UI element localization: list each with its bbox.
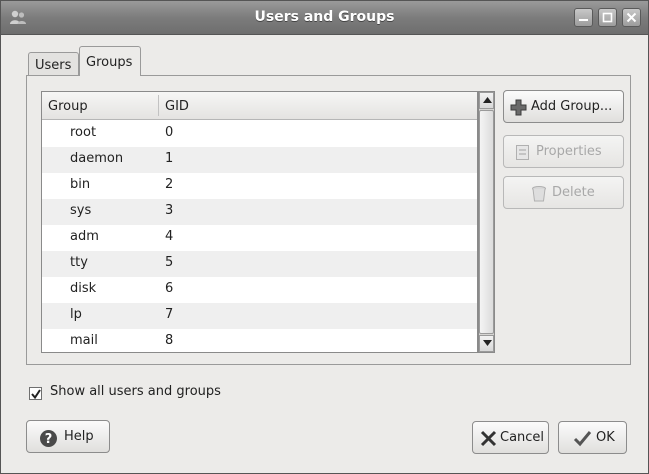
group-name: root xyxy=(70,125,97,140)
table-row[interactable]: tty 5 xyxy=(42,251,477,277)
delete-button[interactable]: Delete xyxy=(503,176,624,209)
tab-users[interactable]: Users xyxy=(28,52,79,77)
group-gid: 6 xyxy=(165,281,174,296)
properties-icon xyxy=(516,145,529,160)
group-gid: 8 xyxy=(165,333,174,348)
group-gid: 0 xyxy=(165,125,174,140)
cancel-label: Cancel xyxy=(500,430,545,445)
title-bar[interactable]: Users and Groups xyxy=(1,1,648,35)
column-header-group[interactable]: Group xyxy=(48,99,88,114)
table-row[interactable]: lp 7 xyxy=(42,303,477,329)
ok-label: OK xyxy=(596,430,615,445)
trash-icon xyxy=(532,186,546,202)
arrow-up-icon xyxy=(483,97,492,103)
scroll-up-button[interactable] xyxy=(479,92,494,109)
properties-label: Properties xyxy=(536,144,602,159)
table-row[interactable]: disk 6 xyxy=(42,277,477,303)
table-scrollbar[interactable] xyxy=(478,91,495,353)
maximize-icon[interactable] xyxy=(598,8,617,27)
group-name: lp xyxy=(70,307,82,322)
add-group-button[interactable]: Add Group... xyxy=(503,90,624,123)
table-rows: root 0 daemon 1 bin 2 sys 3 adm 4 tty 5 disk 6 … xyxy=(42,121,477,352)
column-header-gid[interactable]: GID xyxy=(165,99,189,114)
table-row[interactable]: bin 2 xyxy=(42,173,477,199)
table-row[interactable]: root 0 xyxy=(42,121,477,147)
tab-users-label: Users xyxy=(35,58,72,73)
plus-icon xyxy=(510,99,527,116)
window-title: Users and Groups xyxy=(254,9,395,25)
group-name: bin xyxy=(70,177,91,192)
table-row[interactable]: mail 8 xyxy=(42,329,477,352)
group-name: adm xyxy=(70,229,99,244)
tab-groups-label: Groups xyxy=(86,55,133,70)
group-gid: 7 xyxy=(165,307,174,322)
group-name: sys xyxy=(70,203,92,218)
group-gid: 4 xyxy=(165,229,174,244)
properties-button[interactable]: Properties xyxy=(503,135,624,168)
show-all-label[interactable]: Show all users and groups xyxy=(50,384,221,399)
close-icon[interactable] xyxy=(622,8,641,27)
table-row[interactable]: daemon 1 xyxy=(42,147,477,173)
help-button[interactable]: ? Help xyxy=(26,420,110,453)
group-name: tty xyxy=(70,255,88,270)
group-gid: 3 xyxy=(165,203,174,218)
group-gid: 2 xyxy=(165,177,174,192)
scroll-thumb[interactable] xyxy=(479,110,494,334)
checkmark-icon xyxy=(31,389,41,399)
table-row[interactable]: sys 3 xyxy=(42,199,477,225)
minimize-icon[interactable] xyxy=(574,8,593,27)
cancel-icon xyxy=(480,430,497,447)
help-icon: ? xyxy=(40,430,57,447)
users-and-groups-window: Users and Groups Users Groups Group GID … xyxy=(0,0,649,474)
groups-table[interactable]: Group GID root 0 daemon 1 bin 2 sys 3 adm 4 t… xyxy=(41,91,478,353)
group-gid: 1 xyxy=(165,151,174,166)
cancel-button[interactable]: Cancel xyxy=(472,421,549,454)
column-separator[interactable] xyxy=(158,95,159,116)
show-all-checkbox[interactable] xyxy=(29,387,42,400)
arrow-down-icon xyxy=(483,340,492,346)
table-row[interactable]: adm 4 xyxy=(42,225,477,251)
tab-groups[interactable]: Groups xyxy=(79,46,141,76)
delete-label: Delete xyxy=(552,185,595,200)
group-name: daemon xyxy=(70,151,124,166)
help-label: Help xyxy=(64,429,94,444)
ok-icon xyxy=(573,431,592,447)
add-group-label: Add Group... xyxy=(531,99,613,114)
table-header: Group GID xyxy=(42,92,477,120)
group-gid: 5 xyxy=(165,255,174,270)
svg-text:?: ? xyxy=(45,432,53,447)
scroll-down-button[interactable] xyxy=(479,335,494,352)
group-name: disk xyxy=(70,281,97,296)
group-name: mail xyxy=(70,333,98,348)
ok-button[interactable]: OK xyxy=(558,421,627,454)
